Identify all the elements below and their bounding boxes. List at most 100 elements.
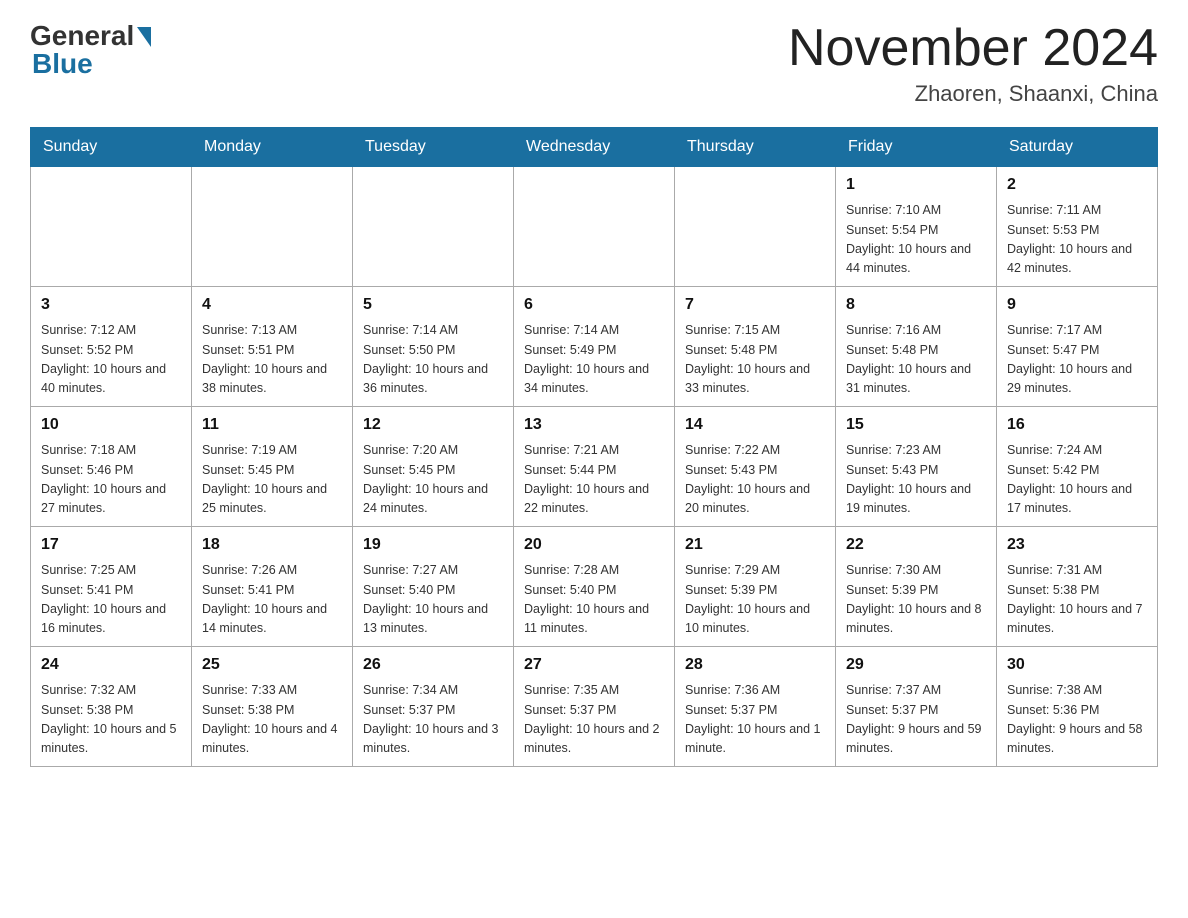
day-info: Sunrise: 7:29 AM Sunset: 5:39 PM Dayligh…	[685, 561, 825, 639]
calendar-week-row: 1 Sunrise: 7:10 AM Sunset: 5:54 PM Daylig…	[31, 167, 1158, 287]
calendar-cell: 19 Sunrise: 7:27 AM Sunset: 5:40 PM Dayli…	[353, 527, 514, 647]
day-info: Sunrise: 7:22 AM Sunset: 5:43 PM Dayligh…	[685, 441, 825, 519]
day-info: Sunrise: 7:31 AM Sunset: 5:38 PM Dayligh…	[1007, 561, 1147, 639]
calendar-cell: 14 Sunrise: 7:22 AM Sunset: 5:43 PM Dayli…	[675, 407, 836, 527]
day-info: Sunrise: 7:17 AM Sunset: 5:47 PM Dayligh…	[1007, 321, 1147, 399]
title-block: November 2024 Zhaoren, Shaanxi, China	[788, 20, 1158, 107]
calendar-cell	[514, 167, 675, 287]
calendar-week-row: 3Sunrise: 7:12 AM Sunset: 5:52 PM Daylig…	[31, 287, 1158, 407]
day-info: Sunrise: 7:18 AM Sunset: 5:46 PM Dayligh…	[41, 441, 181, 519]
calendar-cell: 12 Sunrise: 7:20 AM Sunset: 5:45 PM Dayli…	[353, 407, 514, 527]
day-number: 13	[524, 413, 664, 437]
day-info: Sunrise: 7:38 AM Sunset: 5:36 PM Dayligh…	[1007, 681, 1147, 759]
calendar-cell: 4 Sunrise: 7:13 AM Sunset: 5:51 PM Daylig…	[192, 287, 353, 407]
weekday-header: Wednesday	[514, 128, 675, 167]
calendar-cell: 26Sunrise: 7:34 AM Sunset: 5:37 PM Dayli…	[353, 647, 514, 767]
location-subtitle: Zhaoren, Shaanxi, China	[788, 81, 1158, 107]
calendar-week-row: 10 Sunrise: 7:18 AM Sunset: 5:46 PM Dayli…	[31, 407, 1158, 527]
calendar-cell: 28 Sunrise: 7:36 AM Sunset: 5:37 PM Dayli…	[675, 647, 836, 767]
day-info: Sunrise: 7:19 AM Sunset: 5:45 PM Dayligh…	[202, 441, 342, 519]
day-number: 2	[1007, 173, 1147, 197]
calendar-table: SundayMondayTuesdayWednesdayThursdayFrid…	[30, 127, 1158, 767]
day-info: Sunrise: 7:37 AM Sunset: 5:37 PM Dayligh…	[846, 681, 986, 759]
calendar-cell: 15Sunrise: 7:23 AM Sunset: 5:43 PM Dayli…	[836, 407, 997, 527]
day-info: Sunrise: 7:15 AM Sunset: 5:48 PM Dayligh…	[685, 321, 825, 399]
day-info: Sunrise: 7:33 AM Sunset: 5:38 PM Dayligh…	[202, 681, 342, 759]
weekday-header: Thursday	[675, 128, 836, 167]
day-number: 28	[685, 653, 825, 677]
day-number: 27	[524, 653, 664, 677]
day-info: Sunrise: 7:14 AM Sunset: 5:50 PM Dayligh…	[363, 321, 503, 399]
calendar-cell	[31, 167, 192, 287]
day-info: Sunrise: 7:26 AM Sunset: 5:41 PM Dayligh…	[202, 561, 342, 639]
calendar-cell: 11Sunrise: 7:19 AM Sunset: 5:45 PM Dayli…	[192, 407, 353, 527]
day-number: 1	[846, 173, 986, 197]
day-number: 6	[524, 293, 664, 317]
day-info: Sunrise: 7:11 AM Sunset: 5:53 PM Dayligh…	[1007, 201, 1147, 279]
calendar-header-row: SundayMondayTuesdayWednesdayThursdayFrid…	[31, 128, 1158, 167]
calendar-cell: 16 Sunrise: 7:24 AM Sunset: 5:42 PM Dayli…	[997, 407, 1158, 527]
weekday-header: Saturday	[997, 128, 1158, 167]
day-info: Sunrise: 7:10 AM Sunset: 5:54 PM Dayligh…	[846, 201, 986, 279]
calendar-week-row: 17 Sunrise: 7:25 AM Sunset: 5:41 PM Dayli…	[31, 527, 1158, 647]
day-number: 19	[363, 533, 503, 557]
day-number: 5	[363, 293, 503, 317]
logo-blue-text: Blue	[32, 48, 93, 80]
calendar-cell: 6 Sunrise: 7:14 AM Sunset: 5:49 PM Daylig…	[514, 287, 675, 407]
day-number: 29	[846, 653, 986, 677]
calendar-cell: 24 Sunrise: 7:32 AM Sunset: 5:38 PM Dayli…	[31, 647, 192, 767]
day-number: 16	[1007, 413, 1147, 437]
day-info: Sunrise: 7:35 AM Sunset: 5:37 PM Dayligh…	[524, 681, 664, 759]
day-number: 30	[1007, 653, 1147, 677]
day-number: 9	[1007, 293, 1147, 317]
weekday-header: Sunday	[31, 128, 192, 167]
weekday-header: Tuesday	[353, 128, 514, 167]
day-number: 8	[846, 293, 986, 317]
calendar-cell: 2 Sunrise: 7:11 AM Sunset: 5:53 PM Daylig…	[997, 167, 1158, 287]
calendar-week-row: 24 Sunrise: 7:32 AM Sunset: 5:38 PM Dayli…	[31, 647, 1158, 767]
calendar-cell	[192, 167, 353, 287]
day-info: Sunrise: 7:20 AM Sunset: 5:45 PM Dayligh…	[363, 441, 503, 519]
calendar-cell: 18 Sunrise: 7:26 AM Sunset: 5:41 PM Dayli…	[192, 527, 353, 647]
day-info: Sunrise: 7:32 AM Sunset: 5:38 PM Dayligh…	[41, 681, 181, 759]
logo: General Blue	[30, 20, 151, 80]
day-number: 10	[41, 413, 181, 437]
calendar-cell: 30 Sunrise: 7:38 AM Sunset: 5:36 PM Dayli…	[997, 647, 1158, 767]
day-info: Sunrise: 7:34 AM Sunset: 5:37 PM Dayligh…	[363, 681, 503, 759]
day-info: Sunrise: 7:16 AM Sunset: 5:48 PM Dayligh…	[846, 321, 986, 399]
calendar-cell: 25Sunrise: 7:33 AM Sunset: 5:38 PM Dayli…	[192, 647, 353, 767]
day-info: Sunrise: 7:25 AM Sunset: 5:41 PM Dayligh…	[41, 561, 181, 639]
calendar-cell: 8 Sunrise: 7:16 AM Sunset: 5:48 PM Daylig…	[836, 287, 997, 407]
calendar-cell: 29 Sunrise: 7:37 AM Sunset: 5:37 PM Dayli…	[836, 647, 997, 767]
day-info: Sunrise: 7:21 AM Sunset: 5:44 PM Dayligh…	[524, 441, 664, 519]
day-number: 24	[41, 653, 181, 677]
logo-arrow-icon	[137, 27, 151, 47]
calendar-cell: 7 Sunrise: 7:15 AM Sunset: 5:48 PM Daylig…	[675, 287, 836, 407]
day-info: Sunrise: 7:36 AM Sunset: 5:37 PM Dayligh…	[685, 681, 825, 759]
day-number: 18	[202, 533, 342, 557]
day-info: Sunrise: 7:13 AM Sunset: 5:51 PM Dayligh…	[202, 321, 342, 399]
calendar-cell	[353, 167, 514, 287]
day-number: 7	[685, 293, 825, 317]
day-number: 14	[685, 413, 825, 437]
calendar-cell: 9 Sunrise: 7:17 AM Sunset: 5:47 PM Daylig…	[997, 287, 1158, 407]
calendar-cell: 22Sunrise: 7:30 AM Sunset: 5:39 PM Dayli…	[836, 527, 997, 647]
day-info: Sunrise: 7:30 AM Sunset: 5:39 PM Dayligh…	[846, 561, 986, 639]
day-number: 15	[846, 413, 986, 437]
calendar-cell: 1 Sunrise: 7:10 AM Sunset: 5:54 PM Daylig…	[836, 167, 997, 287]
calendar-cell: 13 Sunrise: 7:21 AM Sunset: 5:44 PM Dayli…	[514, 407, 675, 527]
calendar-cell	[675, 167, 836, 287]
day-number: 12	[363, 413, 503, 437]
day-info: Sunrise: 7:27 AM Sunset: 5:40 PM Dayligh…	[363, 561, 503, 639]
month-title: November 2024	[788, 20, 1158, 77]
day-number: 17	[41, 533, 181, 557]
day-number: 4	[202, 293, 342, 317]
weekday-header: Monday	[192, 128, 353, 167]
day-info: Sunrise: 7:24 AM Sunset: 5:42 PM Dayligh…	[1007, 441, 1147, 519]
calendar-cell: 21Sunrise: 7:29 AM Sunset: 5:39 PM Dayli…	[675, 527, 836, 647]
calendar-cell: 5 Sunrise: 7:14 AM Sunset: 5:50 PM Daylig…	[353, 287, 514, 407]
day-info: Sunrise: 7:14 AM Sunset: 5:49 PM Dayligh…	[524, 321, 664, 399]
day-number: 23	[1007, 533, 1147, 557]
calendar-cell: 10 Sunrise: 7:18 AM Sunset: 5:46 PM Dayli…	[31, 407, 192, 527]
weekday-header: Friday	[836, 128, 997, 167]
